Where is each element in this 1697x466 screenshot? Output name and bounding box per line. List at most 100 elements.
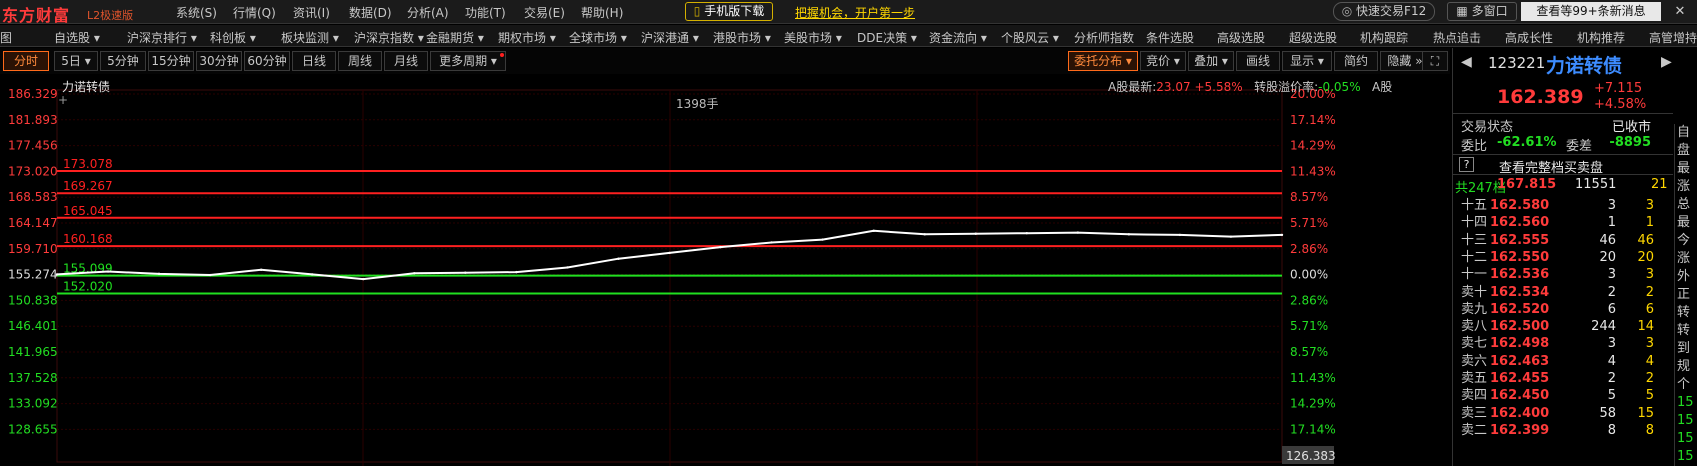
menu-quote[interactable]: 行情(Q) [233, 4, 276, 21]
orderbook-row[interactable]: 十一 162.536 3 3 [1453, 266, 1660, 284]
next-arrow-icon[interactable]: ▶ [1661, 54, 1672, 70]
menu-function[interactable]: 功能(T) [465, 4, 506, 21]
multi-window-button[interactable]: ▦ 多窗口 [1447, 2, 1517, 21]
prev-arrow-icon[interactable]: ◀ [1461, 54, 1472, 70]
edition-label: L2极速版 [87, 9, 134, 22]
order-distribution-button[interactable]: 委托分布 ▾ [1068, 51, 1138, 71]
period-weekly[interactable]: 周线 [338, 51, 382, 71]
period-intraday[interactable]: 分时 [3, 51, 49, 71]
nav-item-ranking[interactable]: 沪深京排行 ▾ [127, 29, 197, 46]
period-5day[interactable]: 5日 ▾ [54, 51, 98, 71]
nav-item-analyst-index[interactable]: 分析师指数 [1074, 29, 1134, 46]
price-point [1229, 235, 1233, 238]
orderbook-row[interactable]: 卖十 162.534 2 2 [1453, 284, 1660, 302]
menu-trade[interactable]: 交易(E) [524, 4, 565, 21]
nav-item-chart[interactable]: 图 [0, 29, 12, 46]
pct-axis-tick-label: 5.71% [1290, 216, 1328, 230]
orderbook-count: 2 [1645, 284, 1654, 300]
nav-item-super-select[interactable]: 超级选股 [1289, 29, 1337, 46]
overlay-button[interactable]: 叠加 ▾ [1188, 51, 1234, 71]
nav-item-star-market[interactable]: 科创板 ▾ [210, 29, 256, 46]
menu-analysis[interactable]: 分析(A) [407, 4, 449, 21]
nav-item-watchlist[interactable]: 自选股 ▾ [54, 29, 100, 46]
webi-value: -62.61% [1497, 135, 1557, 150]
orderbook-volume: 3 [1607, 336, 1616, 352]
mobile-download-button[interactable]: ▯ 手机版下载 [685, 2, 773, 21]
nav-item-dde[interactable]: DDE决策 ▾ [857, 29, 917, 46]
orderbook-level: 十四 [1461, 215, 1488, 231]
fast-trade-button[interactable]: ◎ 快速交易F12 [1333, 2, 1435, 21]
period-monthly[interactable]: 月线 [384, 51, 428, 71]
orderbook-row[interactable]: 十三 162.555 46 46 [1453, 232, 1660, 250]
menu-help[interactable]: 帮助(H) [581, 4, 623, 21]
display-button[interactable]: 显示 ▾ [1282, 51, 1332, 71]
nav-item-advanced-select[interactable]: 高级选股 [1217, 29, 1265, 46]
orderbook-row[interactable]: 卖九 162.520 6 6 [1453, 301, 1660, 319]
close-icon[interactable]: ✕ [1666, 1, 1694, 23]
orderbook-count: 15 [1637, 405, 1654, 421]
nav-item-fund-flow[interactable]: 资金流向 ▾ [929, 29, 987, 46]
nav-item-stock-risk[interactable]: 个股风云 ▾ [1001, 29, 1059, 46]
nav-item-condition-select[interactable]: 条件选股 [1146, 29, 1194, 46]
nav-item-institution-track[interactable]: 机构跟踪 [1360, 29, 1408, 46]
orderbook-level: 卖九 [1461, 301, 1488, 317]
orderbook-level: 卖十 [1461, 284, 1488, 300]
orderbook-count: 1 [1645, 215, 1654, 231]
period-more[interactable]: 更多周期 ▾ [430, 51, 506, 71]
orderbook-row[interactable]: 卖八 162.500 244 14 [1453, 318, 1660, 336]
orderbook-row[interactable]: 卖六 162.463 4 4 [1453, 353, 1660, 371]
period-5min[interactable]: 5分钟 [100, 51, 146, 71]
nav-item-global[interactable]: 全球市场 ▾ [569, 29, 627, 46]
auction-button[interactable]: 竞价 ▾ [1140, 51, 1186, 71]
nav-item-institution-pick[interactable]: 机构推荐 [1577, 29, 1625, 46]
nav-item-us[interactable]: 美股市场 ▾ [784, 29, 842, 46]
a-share-label: A股最新: [1108, 80, 1157, 94]
price-point [55, 273, 59, 276]
period-60min[interactable]: 60分钟 [244, 51, 290, 71]
orderbook-price: 162.534 [1490, 284, 1550, 300]
app-window: 东方财富 L2极速版 系统(S) 行情(Q) 资讯(I) 数据(D) 分析(A)… [0, 0, 1697, 466]
nav-item-connect[interactable]: 沪深港通 ▾ [641, 29, 699, 46]
orderbook-row[interactable]: 卖五 162.455 2 2 [1453, 370, 1660, 388]
menu-system[interactable]: 系统(S) [176, 4, 217, 21]
nav-item-growth[interactable]: 高成长性 [1505, 29, 1553, 46]
help-icon[interactable]: ? [1459, 157, 1474, 172]
mobile-download-label: 手机版下载 [704, 4, 765, 18]
change-percent: +4.58% [1594, 97, 1647, 112]
orderbook-row[interactable]: 十二 162.550 20 20 [1453, 249, 1660, 267]
view-full-orderbook-row[interactable]: ? 查看完整档买卖盘 [1453, 154, 1673, 176]
orderbook-count: 2 [1645, 371, 1654, 386]
period-daily[interactable]: 日线 [292, 51, 336, 71]
promo-link[interactable]: 把握机会，开户第一步 [795, 4, 915, 21]
nav-item-hk[interactable]: 港股市场 ▾ [713, 29, 771, 46]
new-messages-button[interactable]: 查看等99+条新消息 [1521, 2, 1661, 21]
orderbook-row[interactable]: 卖七 162.498 3 3 [1453, 335, 1660, 353]
nav-item-futures[interactable]: 金融期货 ▾ [426, 29, 484, 46]
chart-toolbar: 分时 5日 ▾ 5分钟 15分钟 30分钟 60分钟 日线 周线 月线 更多周期… [0, 48, 1450, 74]
app-logo: 东方财富 [2, 6, 71, 25]
nav-item-options[interactable]: 期权市场 ▾ [498, 29, 556, 46]
nav-item-exec-buying[interactable]: 高管增持 [1649, 29, 1697, 46]
period-15min[interactable]: 15分钟 [148, 51, 194, 71]
price-point [1280, 233, 1284, 237]
nav-item-hotspot[interactable]: 热点追击 [1433, 29, 1481, 46]
orderbook-row[interactable]: 卖四 162.450 5 5 [1453, 387, 1660, 405]
nav-item-sector-monitor[interactable]: 板块监测 ▾ [281, 29, 339, 46]
menu-news[interactable]: 资讯(I) [293, 4, 330, 21]
simple-button[interactable]: 简约 [1334, 51, 1378, 71]
orderbook-count: 5 [1645, 388, 1654, 404]
orderbook-row[interactable]: 十四 162.560 1 1 [1453, 214, 1660, 232]
period-30min[interactable]: 30分钟 [196, 51, 242, 71]
price-chart[interactable]: 173.078169.267165.045160.168155.099152.0… [0, 74, 1450, 466]
orderbook-row[interactable]: 卖二 162.399 8 8 [1453, 422, 1660, 440]
orderbook-row[interactable]: 十五 162.580 3 3 [1453, 197, 1660, 215]
menu-data[interactable]: 数据(D) [349, 4, 392, 21]
orderbook-count: 14 [1637, 319, 1654, 335]
quote-header: ◀ 123221 力诺转债 ▶ [1453, 48, 1697, 78]
draw-line-button[interactable]: 画线 [1236, 51, 1280, 71]
nav-item-indices[interactable]: 沪深京指数 ▾ [354, 29, 424, 46]
orderbook-row[interactable]: 卖三 162.400 58 15 [1453, 405, 1660, 423]
side-info-item: 涨 [1677, 251, 1691, 266]
price-level-label: 152.020 [63, 280, 113, 294]
fullscreen-icon[interactable]: ⛶ [1422, 51, 1448, 71]
